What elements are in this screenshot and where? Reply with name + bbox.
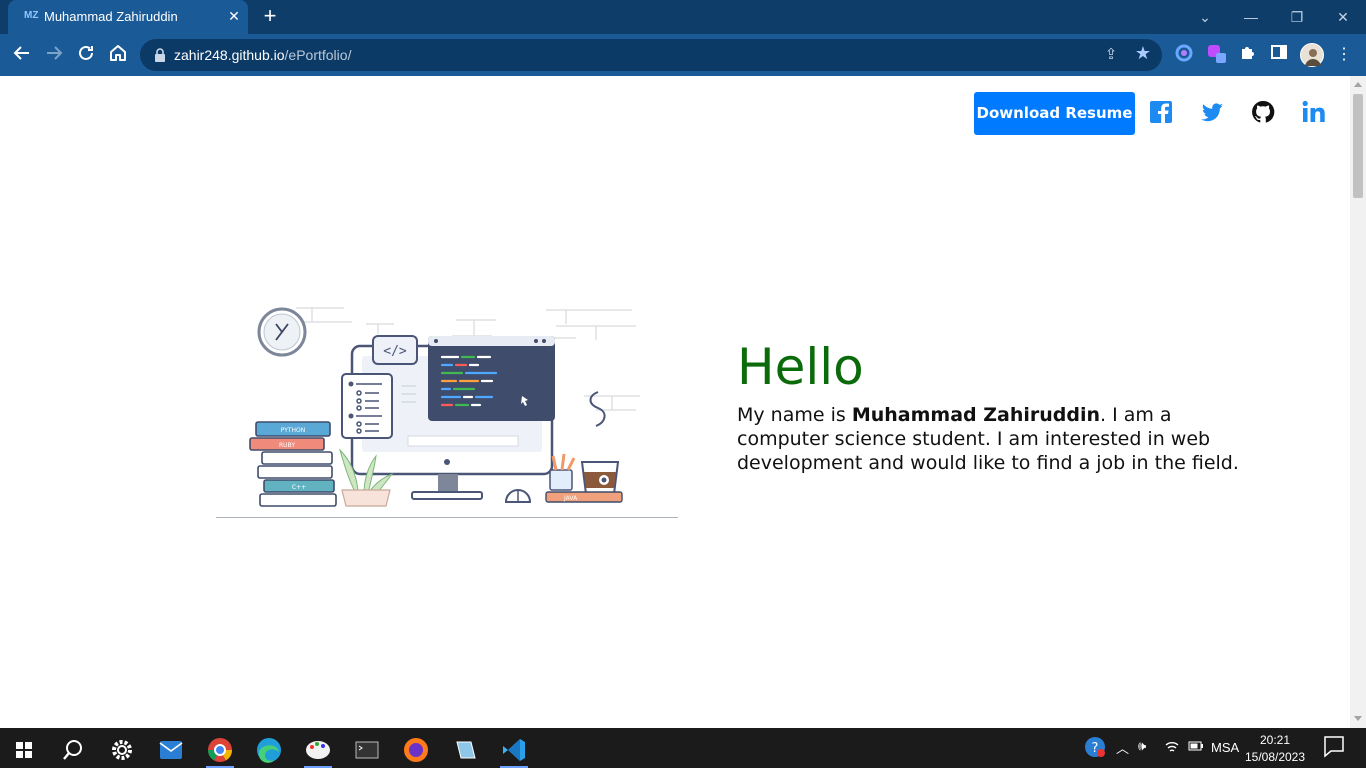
- hero-heading: Hello: [737, 338, 864, 396]
- help-icon[interactable]: ?: [1084, 736, 1106, 761]
- reload-button[interactable]: [73, 43, 99, 67]
- back-arrow-icon: [13, 46, 29, 60]
- home-button[interactable]: [105, 43, 131, 67]
- clock-date: 15/08/2023: [1244, 750, 1306, 764]
- book-label-python: PYTHON: [281, 427, 306, 434]
- book-label-ruby: RUBY: [279, 442, 295, 449]
- browser-tab[interactable]: MZ Muhammad Zahiruddin ✕: [8, 0, 248, 34]
- language-indicator[interactable]: MSA: [1211, 740, 1239, 755]
- intro-paragraph: My name is Muhammad Zahiruddin. I am a c…: [737, 404, 1239, 474]
- bookmark-star-icon[interactable]: ★: [1132, 43, 1154, 65]
- terminal-app-icon[interactable]: [347, 732, 387, 768]
- home-icon: [110, 45, 126, 61]
- firefox-taskbar-icon[interactable]: [396, 732, 436, 768]
- browser-toolbar: zahir248.github.io/ePortfolio/ ⇪ ★ ⋮: [0, 34, 1366, 76]
- tab-title: Muhammad Zahiruddin: [44, 9, 178, 24]
- forward-button[interactable]: [41, 43, 67, 67]
- extension-circle-icon[interactable]: [1172, 43, 1196, 67]
- edge-taskbar-icon[interactable]: [249, 732, 289, 768]
- browser-menu-icon[interactable]: ⋮: [1332, 43, 1356, 67]
- search-icon[interactable]: [52, 732, 92, 768]
- share-icon[interactable]: ⇪: [1100, 45, 1122, 65]
- restore-button[interactable]: ❐: [1274, 4, 1320, 30]
- battery-icon[interactable]: [1188, 738, 1204, 757]
- reload-icon: [79, 45, 93, 60]
- profile-avatar[interactable]: [1300, 43, 1324, 67]
- code-tag-label: </>: [383, 344, 407, 359]
- tab-strip: MZ Muhammad Zahiruddin ✕ + ⌄ — ❐ ✕: [0, 0, 1366, 34]
- author-name: Muhammad Zahiruddin: [851, 404, 1101, 426]
- book-label-cpp: C++: [292, 484, 306, 491]
- tab-search-icon[interactable]: ⌄: [1182, 4, 1228, 30]
- taskbar-clock[interactable]: 20:21 15/08/2023: [1242, 732, 1308, 766]
- extension-dropper-icon[interactable]: [1205, 43, 1229, 67]
- forward-arrow-icon: [47, 46, 63, 60]
- github-icon[interactable]: [1249, 98, 1277, 126]
- facebook-icon[interactable]: [1147, 98, 1175, 126]
- linkedin-icon[interactable]: [1300, 98, 1328, 126]
- new-tab-button[interactable]: +: [258, 5, 282, 29]
- chrome-taskbar-icon[interactable]: [200, 732, 240, 768]
- site-favicon-icon: MZ: [24, 10, 39, 21]
- wifi-icon[interactable]: [1164, 738, 1180, 757]
- volume-icon[interactable]: 🕪: [1138, 738, 1146, 754]
- close-tab-icon[interactable]: ✕: [224, 6, 244, 26]
- notepad-app-icon[interactable]: [445, 732, 485, 768]
- tray-expand-chevron-icon[interactable]: ︿: [1116, 738, 1129, 757]
- lock-icon[interactable]: [152, 47, 168, 63]
- scroll-down-arrow-icon[interactable]: [1354, 716, 1362, 721]
- notifications-icon[interactable]: [1322, 734, 1346, 763]
- clock-time: 20:21: [1259, 733, 1291, 747]
- web-page: Download Resume </> PYTHON RUBY C++ JAVA…: [0, 76, 1350, 728]
- start-button[interactable]: [4, 732, 44, 768]
- vscode-taskbar-icon[interactable]: [494, 732, 534, 768]
- settings-gear-icon[interactable]: [102, 732, 142, 768]
- book-label-java: JAVA: [563, 495, 578, 502]
- close-window-button[interactable]: ✕: [1320, 4, 1366, 30]
- twitter-icon[interactable]: [1198, 98, 1226, 126]
- mail-app-icon[interactable]: [151, 732, 191, 768]
- taskbar: ? ︿ 🕪 MSA: [0, 728, 1366, 768]
- scroll-up-arrow-icon[interactable]: [1354, 82, 1362, 87]
- scrollbar-thumb[interactable]: [1353, 94, 1363, 198]
- page-scrollbar[interactable]: [1350, 76, 1366, 728]
- side-panel-icon[interactable]: [1267, 43, 1291, 67]
- url-text[interactable]: zahir248.github.io/ePortfolio/: [174, 47, 351, 63]
- minimize-button[interactable]: —: [1228, 4, 1274, 30]
- download-resume-button[interactable]: Download Resume: [974, 92, 1135, 135]
- extensions-puzzle-icon[interactable]: [1236, 43, 1260, 67]
- back-button[interactable]: [9, 43, 35, 67]
- developer-desk-illustration: </> PYTHON RUBY C++ JAVA: [216, 307, 678, 518]
- paint-app-icon[interactable]: [298, 732, 338, 768]
- address-bar[interactable]: zahir248.github.io/ePortfolio/ ⇪ ★: [140, 39, 1162, 71]
